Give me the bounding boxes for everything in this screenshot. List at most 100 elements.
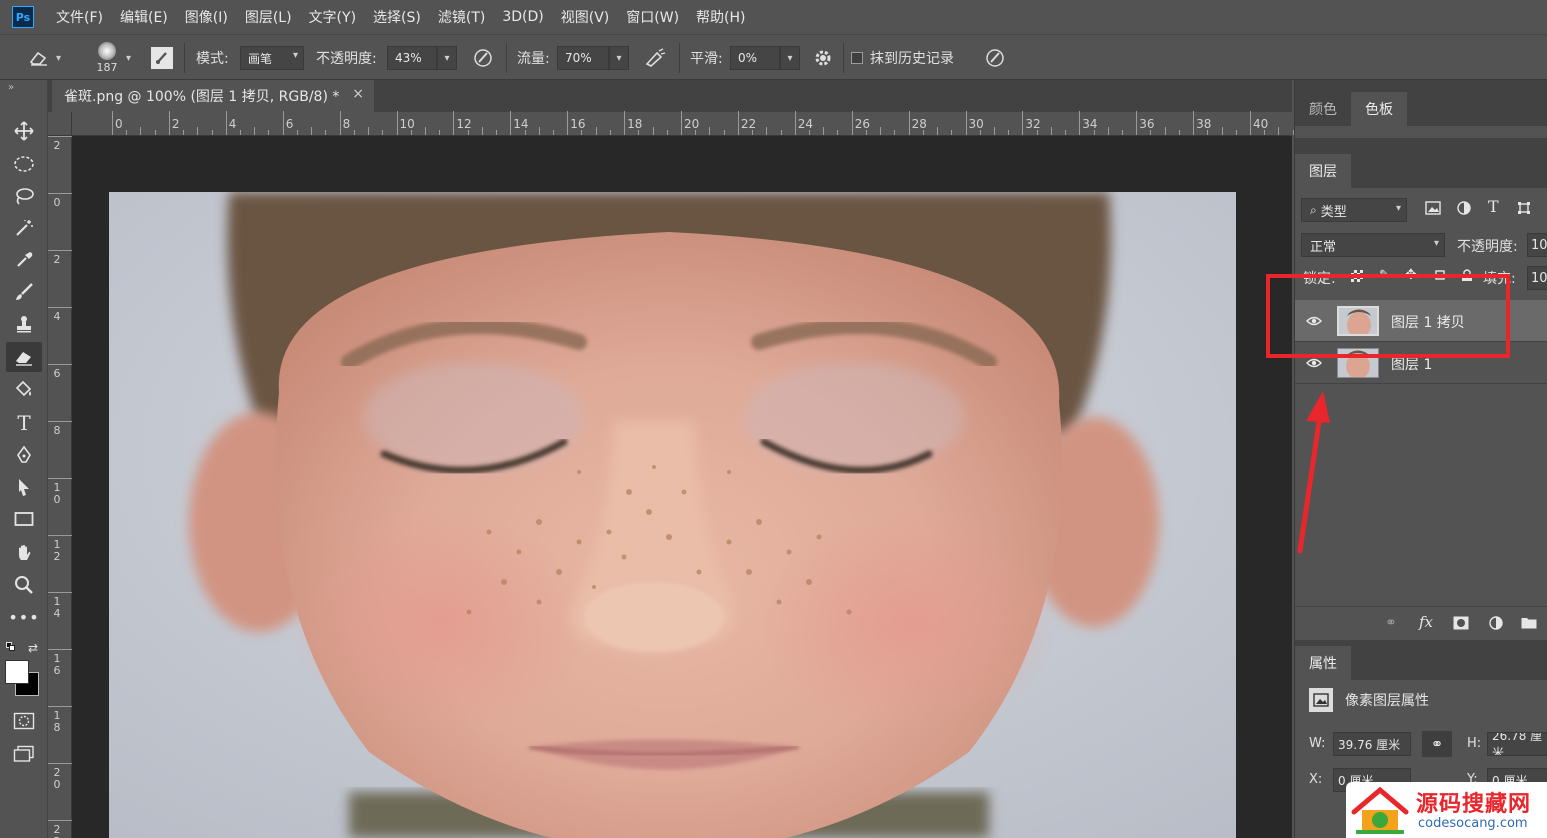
flow-input[interactable]: 70% <box>557 46 609 70</box>
flow-dropdown-icon[interactable]: ▾ <box>609 46 629 70</box>
tab-properties[interactable]: 属性 <box>1295 646 1351 680</box>
lasso-tool-icon[interactable] <box>6 181 42 211</box>
swap-colors-icon[interactable]: ⇄ <box>28 641 38 655</box>
height-label: H: <box>1467 736 1482 751</box>
brush-size-value: 187 <box>96 61 118 74</box>
erase-to-history-checkbox[interactable] <box>851 52 863 64</box>
link-layers-icon[interactable]: ⚭ <box>1385 615 1397 631</box>
ruler-minor-tick <box>538 127 540 135</box>
vertical-ruler[interactable]: 20246810121416182022 <box>48 136 72 838</box>
airbrush-icon[interactable] <box>640 35 670 81</box>
gear-icon[interactable] <box>809 35 837 81</box>
menu-image[interactable]: 图像(I) <box>185 7 228 27</box>
ruler-minor-tick <box>652 127 654 135</box>
menu-help[interactable]: 帮助(H) <box>696 7 745 27</box>
magic-wand-tool-icon[interactable] <box>6 213 42 243</box>
ruler-tick <box>112 111 113 135</box>
brush-tool-icon[interactable] <box>6 277 42 307</box>
brush-dropdown-icon[interactable]: ▾ <box>126 35 140 81</box>
pen-tool-icon[interactable] <box>6 440 42 470</box>
blend-mode-select[interactable]: 正常 ▾ <box>1301 233 1445 257</box>
foreground-color-swatch[interactable] <box>5 660 29 684</box>
link-dimensions-icon[interactable]: ⚭ <box>1422 731 1452 757</box>
menu-file[interactable]: 文件(F) <box>56 7 103 27</box>
ruler-label: 22 <box>53 823 61 838</box>
eyedropper-tool-icon[interactable] <box>6 245 42 275</box>
ruler-minor-tick <box>311 127 313 135</box>
fx-icon[interactable]: fx <box>1419 613 1433 631</box>
opacity-dropdown-icon[interactable]: ▾ <box>437 46 457 70</box>
brush-tip-icon <box>98 42 116 60</box>
ruler-minor-tick <box>439 130 441 135</box>
marquee-tool-icon[interactable] <box>6 149 42 179</box>
height-input[interactable]: 26.78 厘米 <box>1487 732 1547 756</box>
paint-bucket-tool-icon[interactable] <box>6 374 42 404</box>
opacity-input[interactable]: 43% <box>387 46 437 70</box>
zoom-tool-icon[interactable] <box>6 570 42 600</box>
document-tab-title: 雀斑.png @ 100% (图层 1 拷贝, RGB/8) * <box>64 89 340 105</box>
brush-size-picker[interactable]: 187 <box>92 35 122 81</box>
stamp-tool-icon[interactable] <box>6 309 42 339</box>
mode-label: 模式: <box>196 51 229 67</box>
screen-mode-icon[interactable] <box>6 739 42 769</box>
width-input[interactable]: 39.76 厘米 <box>1333 732 1411 756</box>
ruler-minor-tick <box>183 130 185 135</box>
ruler-origin[interactable] <box>48 112 72 136</box>
path-selection-tool-icon[interactable] <box>6 472 42 502</box>
opacity-pressure-icon[interactable] <box>469 35 497 81</box>
more-tools-icon[interactable]: ••• <box>6 602 42 632</box>
preset-dropdown-icon[interactable]: ▾ <box>56 35 70 81</box>
ruler-minor-tick <box>865 130 867 135</box>
type-tool-icon[interactable]: T <box>6 408 42 438</box>
menu-type[interactable]: 文字(Y) <box>309 7 356 27</box>
size-pressure-icon[interactable] <box>981 35 1009 81</box>
freckles-photo[interactable] <box>109 192 1236 838</box>
annotation-arrow-icon <box>1297 391 1330 554</box>
menu-select[interactable]: 选择(S) <box>373 7 421 27</box>
document-tab[interactable]: 雀斑.png @ 100% (图层 1 拷贝, RGB/8) * × <box>52 80 374 112</box>
layer-opacity-input[interactable]: 100% <box>1527 233 1547 257</box>
filter-type-icon[interactable]: T <box>1488 197 1499 216</box>
menu-filter[interactable]: 滤镜(T) <box>438 7 485 27</box>
fill-input[interactable]: 100% <box>1527 266 1547 290</box>
tab-layers[interactable]: 图层 <box>1295 154 1351 188</box>
canvas-area[interactable] <box>72 136 1292 838</box>
properties-panel-tabs: 属性 <box>1295 646 1547 680</box>
smoothing-dropdown-icon[interactable]: ▾ <box>780 46 800 70</box>
new-group-icon[interactable] <box>1521 616 1537 633</box>
smoothing-input[interactable]: 0% <box>730 46 780 70</box>
default-colors-icon[interactable] <box>6 642 16 652</box>
new-adjustment-icon[interactable] <box>1489 616 1503 634</box>
menu-edit[interactable]: 编辑(E) <box>120 7 168 27</box>
filter-shape-icon[interactable] <box>1517 201 1531 219</box>
ruler-minor-tick <box>1008 130 1010 135</box>
mode-select[interactable]: 画笔 ▾ <box>240 46 304 70</box>
brush-settings-icon[interactable] <box>150 35 174 81</box>
tab-color[interactable]: 颜色 <box>1295 92 1351 126</box>
ruler-label: 6 <box>53 367 61 380</box>
ruler-tick <box>908 111 910 135</box>
menu-3d[interactable]: 3D(D) <box>502 9 543 25</box>
ruler-minor-tick <box>638 130 640 135</box>
hand-tool-icon[interactable] <box>6 538 42 568</box>
horizontal-ruler[interactable]: 0 2 4 6 8 10 12 14 16 18 20 22 24 26 28 30 32 34 36 38 40 <box>72 111 1294 136</box>
menu-window[interactable]: 窗口(W) <box>626 7 679 27</box>
filter-adjustment-icon[interactable] <box>1457 201 1471 219</box>
eraser-preset-icon[interactable] <box>24 35 54 81</box>
collapse-icon[interactable]: » <box>8 82 14 93</box>
close-icon[interactable]: × <box>352 86 364 102</box>
add-mask-icon[interactable] <box>1453 616 1469 634</box>
layer-opacity-label: 不透明度: <box>1457 239 1518 255</box>
menu-view[interactable]: 视图(V) <box>561 7 610 27</box>
filter-pixel-icon[interactable] <box>1425 201 1441 219</box>
ruler-minor-tick <box>1207 130 1209 135</box>
rectangle-tool-icon[interactable] <box>6 504 42 534</box>
menu-layer[interactable]: 图层(L) <box>245 7 292 27</box>
tab-swatches[interactable]: 色板 <box>1351 92 1407 126</box>
layer-filter-select[interactable]: ⌕ 类型 ▾ <box>1301 198 1407 222</box>
move-tool-icon[interactable] <box>6 116 42 146</box>
quick-mask-icon[interactable] <box>6 706 42 736</box>
eraser-tool-icon[interactable] <box>6 342 42 372</box>
ruler-tick <box>681 111 682 135</box>
ruler-label: 22 <box>740 117 757 131</box>
